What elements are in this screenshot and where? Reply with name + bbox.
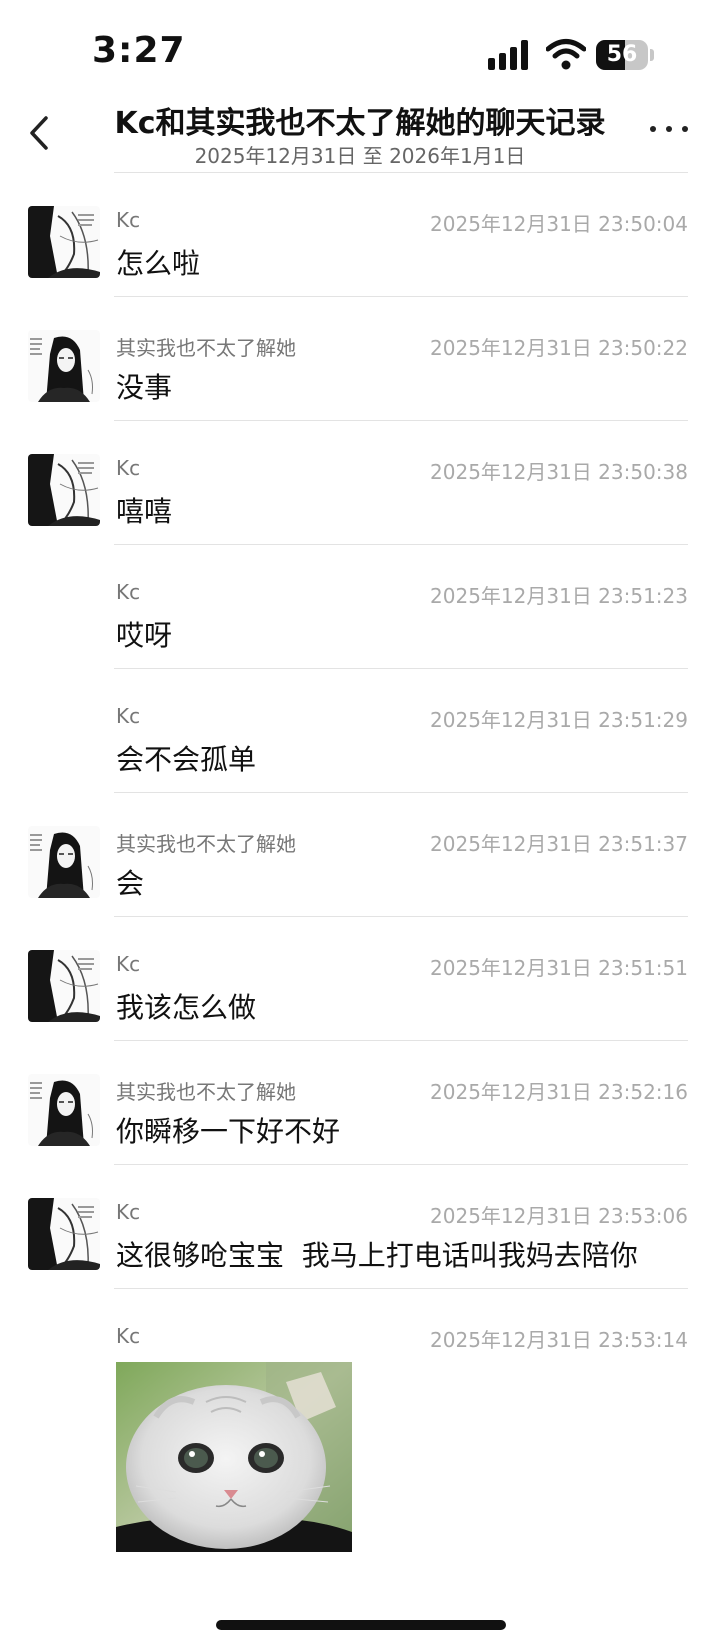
status-bar: 3:27 56	[0, 0, 720, 100]
sender-name: Kc	[116, 208, 141, 232]
signal-icon	[488, 40, 528, 70]
message-time: 2025年12月31日 23:53:06	[430, 1204, 688, 1228]
message-item[interactable]: 其实我也不太了解她 2025年12月31日 23:52:16 你瞬移一下好不好	[0, 1048, 720, 1178]
battery-cap	[650, 49, 654, 61]
message-item[interactable]: Kc 2025年12月31日 23:51:29 会不会孤单	[0, 676, 720, 806]
sender-name: Kc	[116, 580, 141, 604]
sender-name: Kc	[116, 704, 141, 728]
back-chevron-icon[interactable]	[18, 108, 62, 158]
message-item[interactable]: Kc 2025年12月31日 23:50:38 嘻嘻	[0, 428, 720, 558]
message-time: 2025年12月31日 23:51:23	[430, 584, 688, 608]
message-time: 2025年12月31日 23:52:16	[430, 1080, 688, 1104]
message-time: 2025年12月31日 23:50:22	[430, 336, 688, 360]
sender-name: Kc	[116, 1324, 141, 1348]
sender-name: Kc	[116, 952, 141, 976]
divider	[114, 172, 688, 173]
message-time: 2025年12月31日 23:51:51	[430, 956, 688, 980]
page-title: Kc和其实我也不太了解她的聊天记录	[114, 106, 606, 141]
dot	[650, 126, 656, 132]
message-time: 2025年12月31日 23:50:04	[430, 212, 688, 236]
divider	[114, 296, 688, 297]
message-item[interactable]: 其实我也不太了解她 2025年12月31日 23:51:37 会	[0, 800, 720, 930]
message-item-image[interactable]: Kc 2025年12月31日 23:53:14	[0, 1296, 720, 1586]
divider	[114, 668, 688, 669]
divider	[114, 420, 688, 421]
message-time: 2025年12月31日 23:53:14	[430, 1328, 688, 1352]
avatar-other[interactable]	[28, 330, 100, 402]
divider	[114, 1040, 688, 1041]
sender-name: Kc	[116, 1200, 141, 1224]
divider	[114, 916, 688, 917]
date-range: 2025年12月31日 至 2026年1月1日	[194, 144, 526, 168]
divider	[114, 544, 688, 545]
avatar-kc[interactable]	[28, 950, 100, 1022]
message-item[interactable]: Kc 2025年12月31日 23:53:06 这很够呛宝宝 我马上打电话叫我妈…	[0, 1172, 720, 1302]
message-item[interactable]: Kc 2025年12月31日 23:51:51 我该怎么做	[0, 924, 720, 1054]
sender-name: 其实我也不太了解她	[116, 336, 296, 360]
message-item[interactable]: Kc 2025年12月31日 23:50:04 怎么啦	[0, 180, 720, 310]
battery-icon: 56	[596, 40, 654, 70]
battery-level: 56	[606, 42, 638, 67]
message-text: 哎呀	[116, 619, 173, 652]
message-text: 嘻嘻	[116, 495, 173, 528]
message-text: 会	[116, 867, 145, 900]
sender-name: Kc	[116, 456, 141, 480]
dot	[682, 126, 688, 132]
divider	[114, 1288, 688, 1289]
message-text: 这很够呛宝宝 我马上打电话叫我妈去陪你	[116, 1239, 638, 1272]
cat-photo[interactable]	[116, 1362, 352, 1552]
more-dots-icon[interactable]	[648, 116, 692, 140]
avatar-other[interactable]	[28, 1074, 100, 1146]
status-time: 3:27	[92, 30, 186, 71]
message-item[interactable]: Kc 2025年12月31日 23:51:23 哎呀	[0, 552, 720, 682]
message-item[interactable]: 其实我也不太了解她 2025年12月31日 23:50:22 没事	[0, 304, 720, 434]
sender-name: 其实我也不太了解她	[116, 832, 296, 856]
avatar-kc[interactable]	[28, 206, 100, 278]
chat-history-screen: 3:27 56 Kc和其实我也不太了解她的聊天记录 2025年12月31日 至 …	[0, 0, 720, 1640]
message-text: 怎么啦	[116, 247, 201, 280]
message-time: 2025年12月31日 23:50:38	[430, 460, 688, 484]
home-indicator[interactable]	[216, 1620, 506, 1630]
message-text: 没事	[116, 371, 173, 404]
avatar-kc[interactable]	[28, 454, 100, 526]
message-text: 我该怎么做	[116, 991, 257, 1024]
divider	[114, 792, 688, 793]
avatar-other[interactable]	[28, 826, 100, 898]
message-time: 2025年12月31日 23:51:29	[430, 708, 688, 732]
divider	[114, 1164, 688, 1165]
dot	[666, 126, 672, 132]
battery-body: 56	[596, 40, 648, 70]
message-text: 会不会孤单	[116, 743, 257, 776]
message-time: 2025年12月31日 23:51:37	[430, 832, 688, 856]
message-text: 你瞬移一下好不好	[116, 1115, 341, 1148]
wifi-icon	[546, 39, 586, 70]
sender-name: 其实我也不太了解她	[116, 1080, 296, 1104]
avatar-kc[interactable]	[28, 1198, 100, 1270]
